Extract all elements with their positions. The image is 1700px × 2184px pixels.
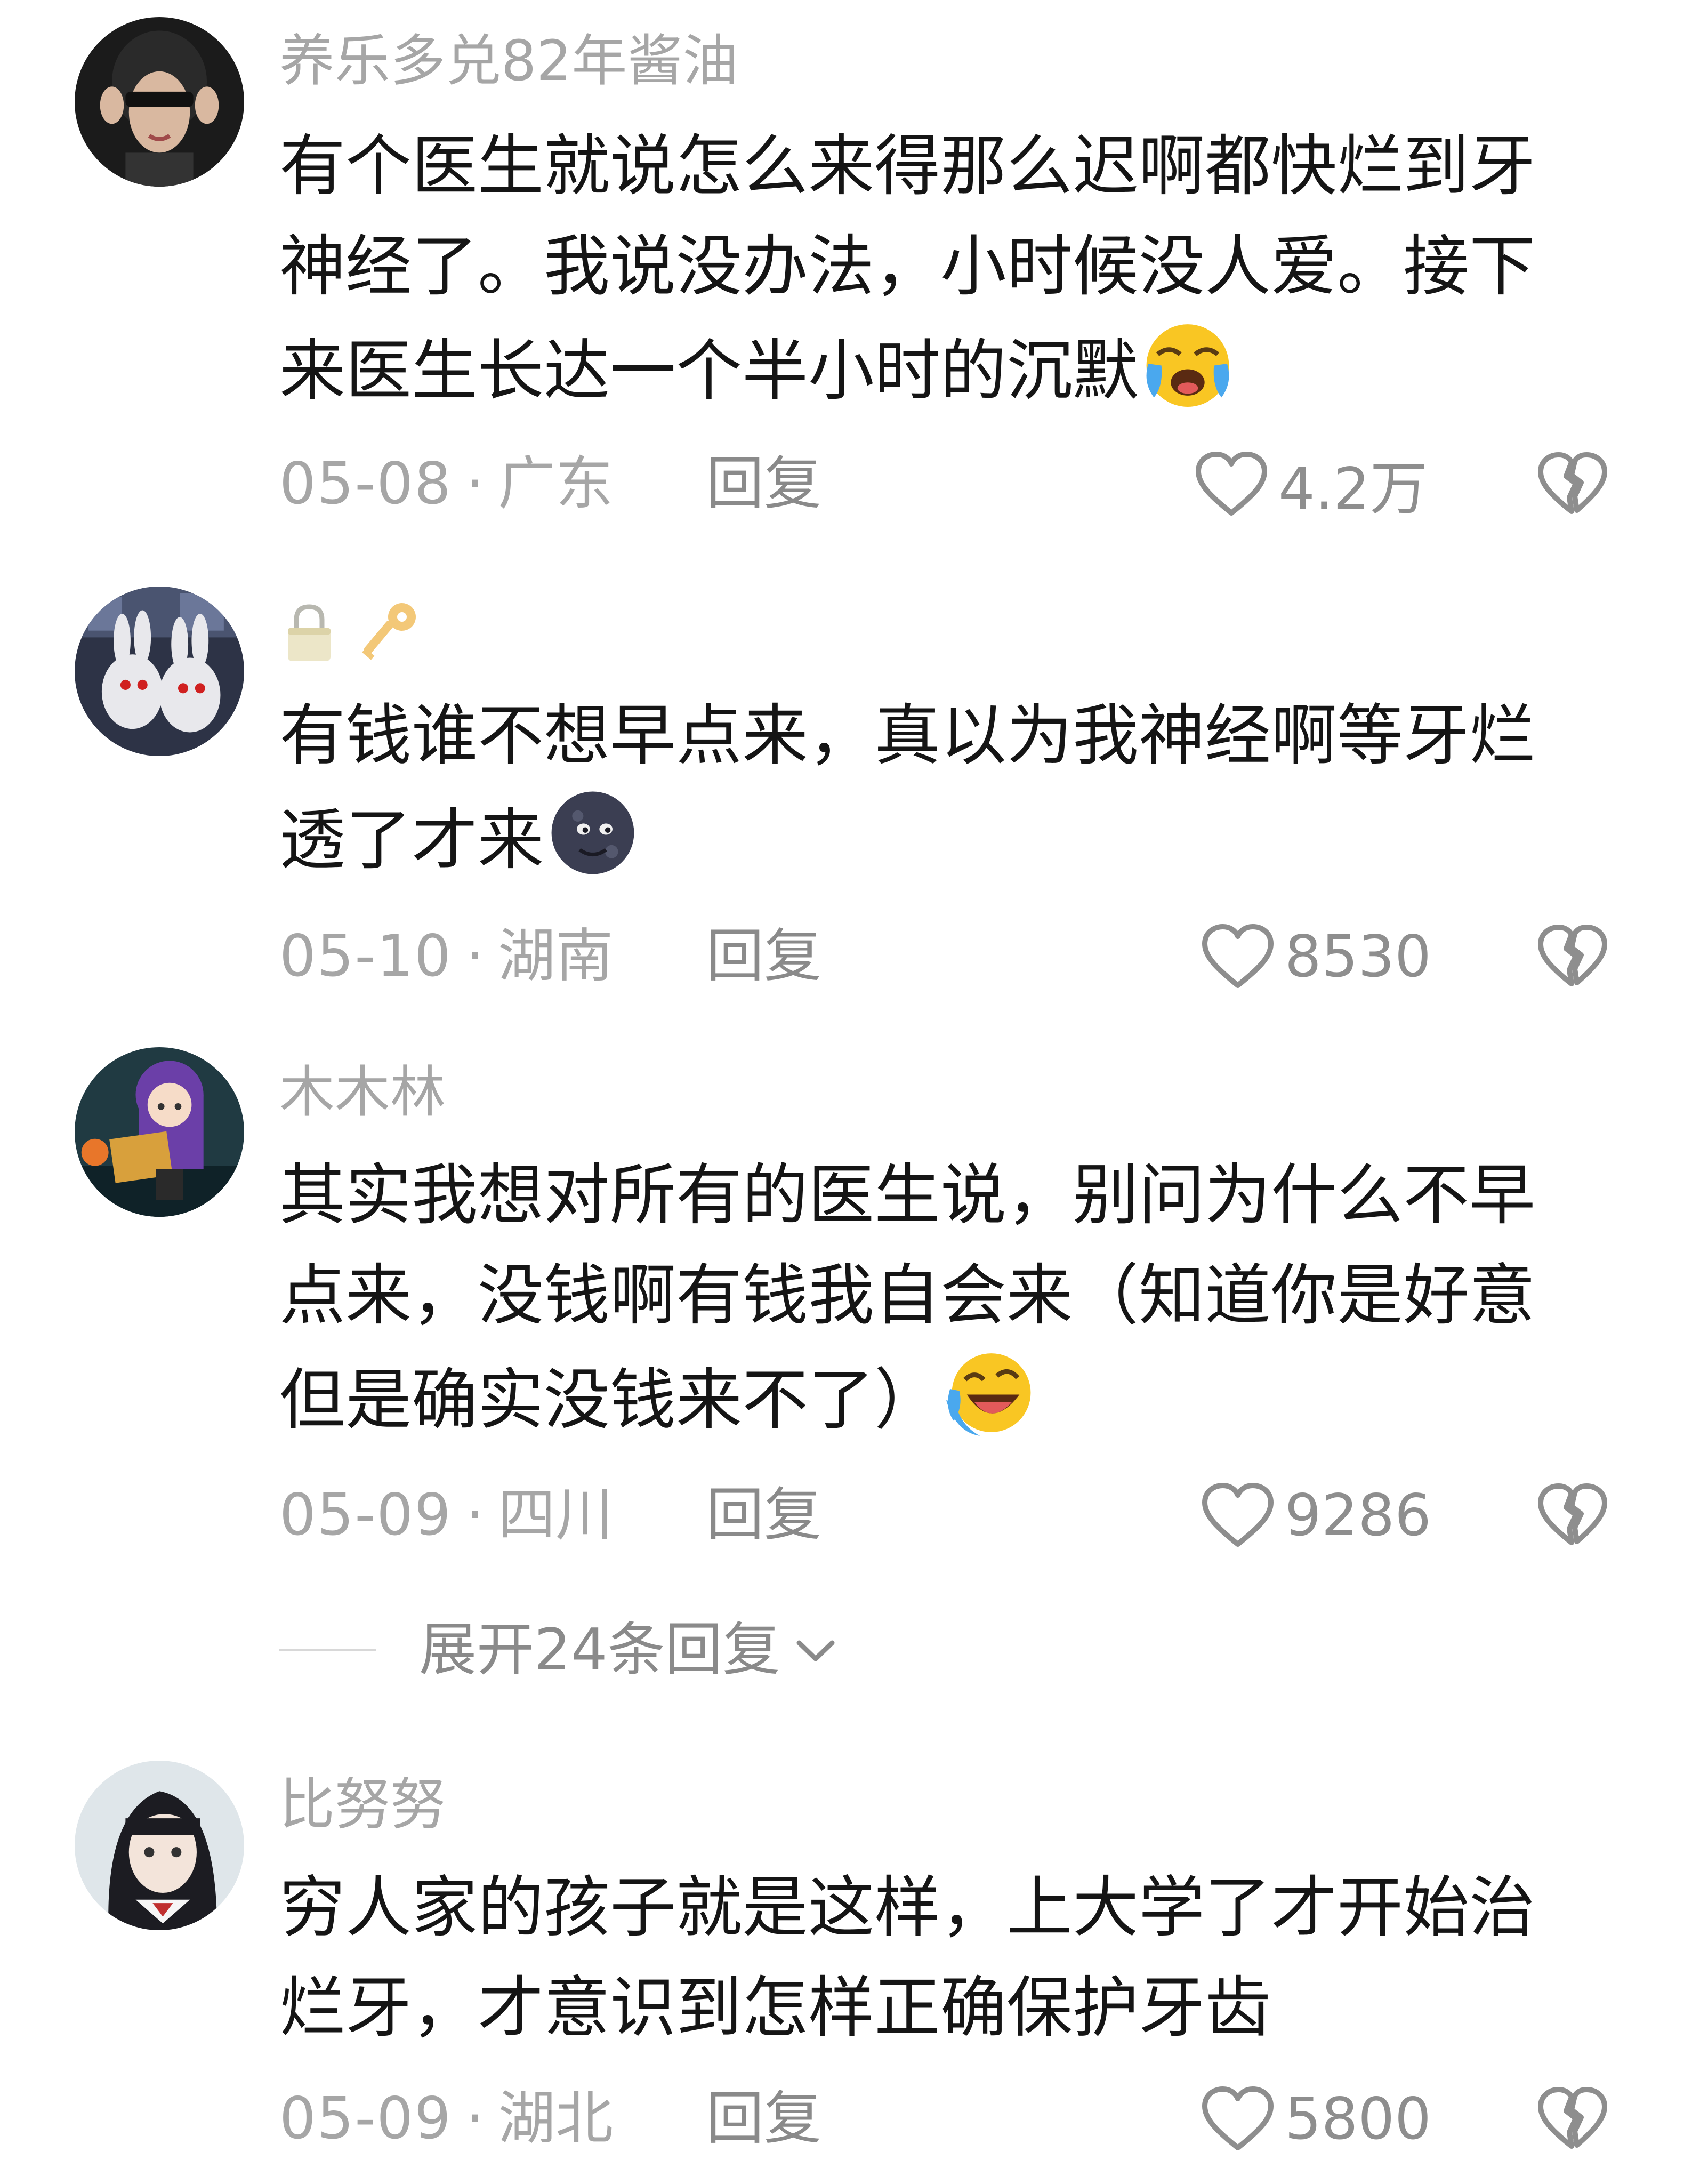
comment-region: 湖北 [498, 2085, 614, 2152]
comment-text-line: 但是确实没钱来不了） [279, 1362, 941, 1439]
reply-button[interactable]: 回复 [706, 919, 821, 994]
laughing-tears-face-emoji [942, 1346, 1036, 1440]
broken-heart-icon [1536, 452, 1609, 517]
comment-text-line: 但是确实没钱来不了） [279, 1346, 1612, 1450]
comment-text-line: 有个医生就说怎么来得那么迟啊都快烂到牙 [279, 128, 1536, 205]
meta-separator: · [465, 2085, 485, 2152]
reply-button[interactable]: 回复 [706, 1478, 821, 1553]
broken-heart-icon [1536, 2086, 1609, 2151]
crying-face-emoji [1141, 317, 1235, 411]
meta-separator: · [465, 1482, 485, 1548]
comment-date: 05-10 [279, 923, 452, 990]
comment-text-line: 烂牙，才意识到怎样正确保护牙齿 [279, 1970, 1271, 2046]
comment-region: 湖南 [498, 923, 614, 990]
lock-icon [288, 604, 331, 661]
comment-text-line: 来医生长达一个半小时的沉默 [279, 333, 1139, 410]
avatar[interactable] [75, 587, 244, 756]
comment-meta: 05-08 · 广东 [279, 447, 613, 521]
expand-replies-label: 展开24条回复 [419, 1617, 780, 1683]
username[interactable]: 比努努 [279, 1767, 446, 1842]
comment-region: 四川 [498, 1482, 614, 1548]
comment-date: 05-09 [279, 1482, 452, 1548]
meta-separator: · [465, 451, 485, 517]
like-button[interactable]: 8530 [1201, 919, 1431, 994]
comment-meta: 05-09 · 四川 [279, 1478, 613, 1553]
dislike-button[interactable] [1535, 447, 1610, 521]
broken-heart-icon [1536, 1483, 1609, 1548]
like-button[interactable]: 4.2万 [1194, 447, 1428, 523]
comment-text: 其实我想对所有的医生说，别问为什么不早 点来，没钱啊有钱我自会来（知道你是好意 … [279, 1145, 1612, 1450]
reply-button[interactable]: 回复 [706, 447, 821, 521]
expand-replies-button[interactable]: 展开24条回复 [279, 1610, 840, 1690]
avatar[interactable] [75, 1047, 244, 1217]
like-count: 9286 [1285, 1482, 1431, 1549]
heart-icon [1201, 1482, 1275, 1548]
like-count: 5800 [1285, 2085, 1431, 2153]
username[interactable]: 养乐多兑82年酱油 [279, 23, 738, 98]
new-moon-face-emoji [546, 786, 640, 880]
comment-text-line: 来医生长达一个半小时的沉默 [279, 317, 1612, 421]
comment-date: 05-08 [279, 451, 452, 517]
comment-meta: 05-10 · 湖南 [279, 919, 613, 994]
divider [279, 1649, 376, 1651]
comment-text-line: 透了才来 [279, 786, 1612, 890]
meta-separator: · [465, 923, 485, 990]
heart-icon [1201, 924, 1275, 990]
chevron-down-icon [796, 1640, 835, 1661]
comment-text: 有钱谁不想早点来，真以为我神经啊等牙烂 透了才来 [279, 686, 1612, 890]
avatar[interactable] [75, 17, 244, 187]
heart-icon [1194, 451, 1269, 517]
reply-button[interactable]: 回复 [706, 2082, 821, 2156]
key-icon [362, 603, 416, 660]
broken-heart-icon [1536, 924, 1609, 989]
comment-text: 穷人家的孩子就是这样，上大学了才开始治 烂牙，才意识到怎样正确保护牙齿 [279, 1858, 1612, 2058]
like-button[interactable]: 9286 [1201, 1478, 1431, 1553]
comment-region: 广东 [498, 451, 614, 517]
dislike-button[interactable] [1535, 919, 1610, 994]
username-icons[interactable] [283, 595, 421, 670]
like-button[interactable]: 5800 [1201, 2082, 1431, 2156]
comment-date: 05-09 [279, 2085, 452, 2152]
comment-text-line: 有钱谁不想早点来，真以为我神经啊等牙烂 [279, 697, 1536, 774]
heart-icon [1201, 2086, 1275, 2152]
like-count: 4.2万 [1278, 456, 1428, 523]
comment-meta: 05-09 · 湖北 [279, 2082, 613, 2156]
comment-text-line: 透了才来 [279, 802, 544, 879]
comment-text-line: 点来，没钱啊有钱我自会来（知道你是好意 [279, 1257, 1536, 1334]
comment-text-line: 神经了。我说没办法，小时候没人爱。接下 [279, 228, 1536, 305]
comment-text-line: 其实我想对所有的医生说，别问为什么不早 [279, 1157, 1536, 1234]
like-count: 8530 [1285, 923, 1431, 990]
comment-text: 有个医生就说怎么来得那么迟啊都快烂到牙 神经了。我说没办法，小时候没人爱。接下 … [279, 116, 1612, 421]
dislike-button[interactable] [1535, 1478, 1610, 1553]
comment-text-line: 穷人家的孩子就是这样，上大学了才开始治 [279, 1869, 1536, 1946]
avatar[interactable] [75, 1761, 244, 1930]
dislike-button[interactable] [1535, 2082, 1610, 2156]
username[interactable]: 木木林 [279, 1055, 446, 1129]
